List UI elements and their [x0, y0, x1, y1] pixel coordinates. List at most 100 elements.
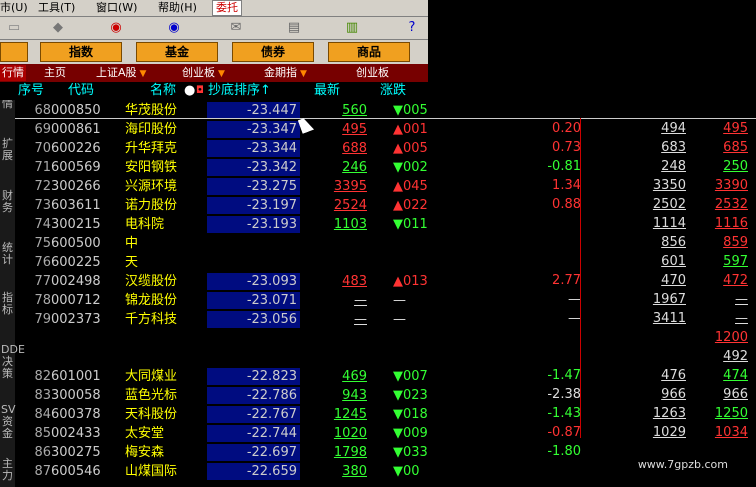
category-index[interactable]: 指数	[40, 42, 122, 62]
overlay-row[interactable]: 492	[428, 347, 756, 366]
overlay-row[interactable]: -1.43 1263 1250	[428, 404, 756, 423]
tab-chinext-2[interactable]: 创业板	[356, 65, 389, 81]
table-row[interactable]: 74 300215 电科院 -23.193 1103 ▼011	[15, 215, 428, 234]
last-price: 688	[342, 141, 367, 156]
dropdown-arrow-icon[interactable]: ▼	[140, 69, 147, 79]
table-row[interactable]: 73 603611 诺力股份 -23.197 2524 ▲022	[15, 196, 428, 215]
menu-help[interactable]: 帮助(H)	[158, 1, 197, 15]
table-row[interactable]: 77 002498 汉缆股份 -23.093 483 ▲013	[15, 272, 428, 291]
sort-value: -23.071	[207, 292, 300, 309]
overlay-row[interactable]: 856 859	[428, 233, 756, 252]
category-bond[interactable]: 债券	[232, 42, 314, 62]
stock-name: 安阳钢铁	[125, 160, 178, 175]
table-row[interactable]: 69 000861 海印股份 -23.347 495 ▲001	[15, 120, 428, 139]
tab-shanghai-a[interactable]: 上证A股 ▼	[96, 65, 146, 81]
table-row[interactable]: 72 300266 兴源环境 -23.275 3395 ▲045	[15, 177, 428, 196]
overlay-row[interactable]: 0.20 494 495	[428, 119, 756, 138]
side-tab-sv[interactable]: SV资金	[1, 404, 16, 440]
row-index: 85	[34, 426, 51, 441]
table-row[interactable]: 79 002373 千方科技 -23.056 — —	[15, 310, 428, 329]
overlay-row[interactable]: 1114 1116	[428, 214, 756, 233]
overlay-row[interactable]	[428, 100, 756, 119]
stock-name: 诺力股份	[125, 198, 178, 213]
overlay-row[interactable]: 1.34 3350 3390	[428, 176, 756, 195]
overlay-row[interactable]: -0.81 248 250	[428, 157, 756, 176]
col-last[interactable]: 最新	[314, 83, 340, 99]
col-chg[interactable]: 涨跌	[380, 83, 406, 99]
tab-quote[interactable]: 行情	[0, 65, 26, 81]
price-b: 2532	[714, 197, 748, 212]
category-commodity[interactable]: 商品	[328, 42, 410, 62]
col-name[interactable]: 名称	[150, 83, 176, 99]
last-price: 560	[342, 103, 367, 118]
books-icon[interactable]: ▥	[340, 20, 364, 36]
sort-dot-icon: ●	[184, 83, 196, 98]
chart-icon[interactable]: ◉	[162, 20, 186, 36]
last-price: —	[354, 312, 367, 327]
row-index: 69	[34, 122, 51, 137]
table-row[interactable]: 87 600546 山煤国际 -22.659 380 ▼00	[15, 462, 428, 481]
dropdown-arrow-icon[interactable]: ▼	[218, 69, 225, 79]
tab-bar: 行情 主页 上证A股 ▼ 创业板 ▼ 金期指 ▼ 创业板	[0, 64, 428, 82]
table-row[interactable]: 83 300058 蓝色光标 -22.786 943 ▼023	[15, 386, 428, 405]
help-cursor-icon[interactable]: ?	[400, 20, 424, 36]
stock-code: 603611	[51, 198, 101, 213]
overlay-row[interactable]: —1967—	[428, 290, 756, 309]
menu-window[interactable]: 窗口(W)	[96, 1, 137, 15]
table-row[interactable]: 84 600378 天科股份 -22.767 1245 ▼018	[15, 405, 428, 424]
menu-market[interactable]: 市(U)	[0, 1, 28, 15]
sort-value: -23.347	[207, 121, 300, 138]
row-index: 76	[34, 255, 51, 270]
table-row[interactable]: 70 600226 升华拜克 -23.344 688 ▲005	[15, 139, 428, 158]
col-seq[interactable]: 序号	[18, 83, 44, 99]
price-change: ▼011	[393, 217, 428, 232]
side-tab-main[interactable]: 主力	[1, 458, 14, 482]
tab-home[interactable]: 主页	[44, 65, 66, 81]
sort-value: -22.767	[207, 406, 300, 423]
tab-chinext[interactable]: 创业板 ▼	[182, 65, 225, 81]
overlay-row[interactable]: -2.38 966 966	[428, 385, 756, 404]
quote-icon[interactable]: ◉	[104, 20, 128, 36]
side-tab-extend[interactable]: 扩展	[1, 138, 14, 162]
row-index: 68	[34, 103, 51, 118]
side-tab-stats[interactable]: 统计	[1, 242, 14, 266]
table-row[interactable]: 78 000712 锦龙股份 -23.071 — —	[15, 291, 428, 310]
menu-tools[interactable]: 工具(T)	[38, 1, 75, 15]
overlay-row[interactable]: -1.47 476 474	[428, 366, 756, 385]
mail-icon[interactable]: ✉	[224, 20, 248, 36]
price-b: 472	[723, 273, 748, 288]
table-row[interactable]: 85 002433 太安堂 -22.744 1020 ▼009	[15, 424, 428, 443]
overlay-window: 0.20 494 495 0.73 683 685 -0.81 248 250 1.34 3350 3…	[428, 0, 756, 487]
row-index: 78	[34, 293, 51, 308]
panel-icon[interactable]: ▤	[282, 20, 306, 36]
sort-marker-icon: ◘	[196, 85, 204, 96]
side-tab-dde[interactable]: DDE决策	[1, 344, 25, 380]
category-left[interactable]	[0, 42, 28, 62]
table-row[interactable]: 71 600569 安阳钢铁 -23.342 246 ▼002	[15, 158, 428, 177]
table-row[interactable]: 82 601001 大同煤业 -22.823 469 ▼007	[15, 367, 428, 386]
dropdown-arrow-icon[interactable]: ▼	[300, 69, 307, 79]
overlay-row[interactable]: -0.87 1029 1034	[428, 423, 756, 442]
toolbar-blank-icon[interactable]: ▭	[2, 20, 26, 36]
col-code[interactable]: 代码	[68, 83, 94, 99]
diamond-icon[interactable]: ◆	[46, 20, 70, 36]
table-row[interactable]	[15, 329, 428, 348]
side-tab-finance[interactable]: 财务	[1, 190, 14, 214]
table-row[interactable]: 75 600500 中	[15, 234, 428, 253]
side-tab-indicator[interactable]: 指标	[1, 292, 14, 316]
overlay-row[interactable]: —3411—	[428, 309, 756, 328]
table-row[interactable]: 76 600225 天	[15, 253, 428, 272]
overlay-row[interactable]: 2.77 470 472	[428, 271, 756, 290]
menu-trade[interactable]: 委托	[212, 0, 242, 16]
overlay-row[interactable]: 0.88 2502 2532	[428, 195, 756, 214]
row-index: 72	[34, 179, 51, 194]
overlay-row[interactable]: 0.73 683 685	[428, 138, 756, 157]
table-row[interactable]	[15, 348, 428, 367]
col-sort[interactable]: 抄底排序↑	[208, 83, 271, 99]
overlay-row[interactable]: 601 597	[428, 252, 756, 271]
sort-value: -23.093	[207, 273, 300, 290]
overlay-row[interactable]: 1200	[428, 328, 756, 347]
category-fund[interactable]: 基金	[136, 42, 218, 62]
table-row[interactable]: 86 300275 梅安森 -22.697 1798 ▼033	[15, 443, 428, 462]
tab-index-futures[interactable]: 金期指 ▼	[264, 65, 307, 81]
